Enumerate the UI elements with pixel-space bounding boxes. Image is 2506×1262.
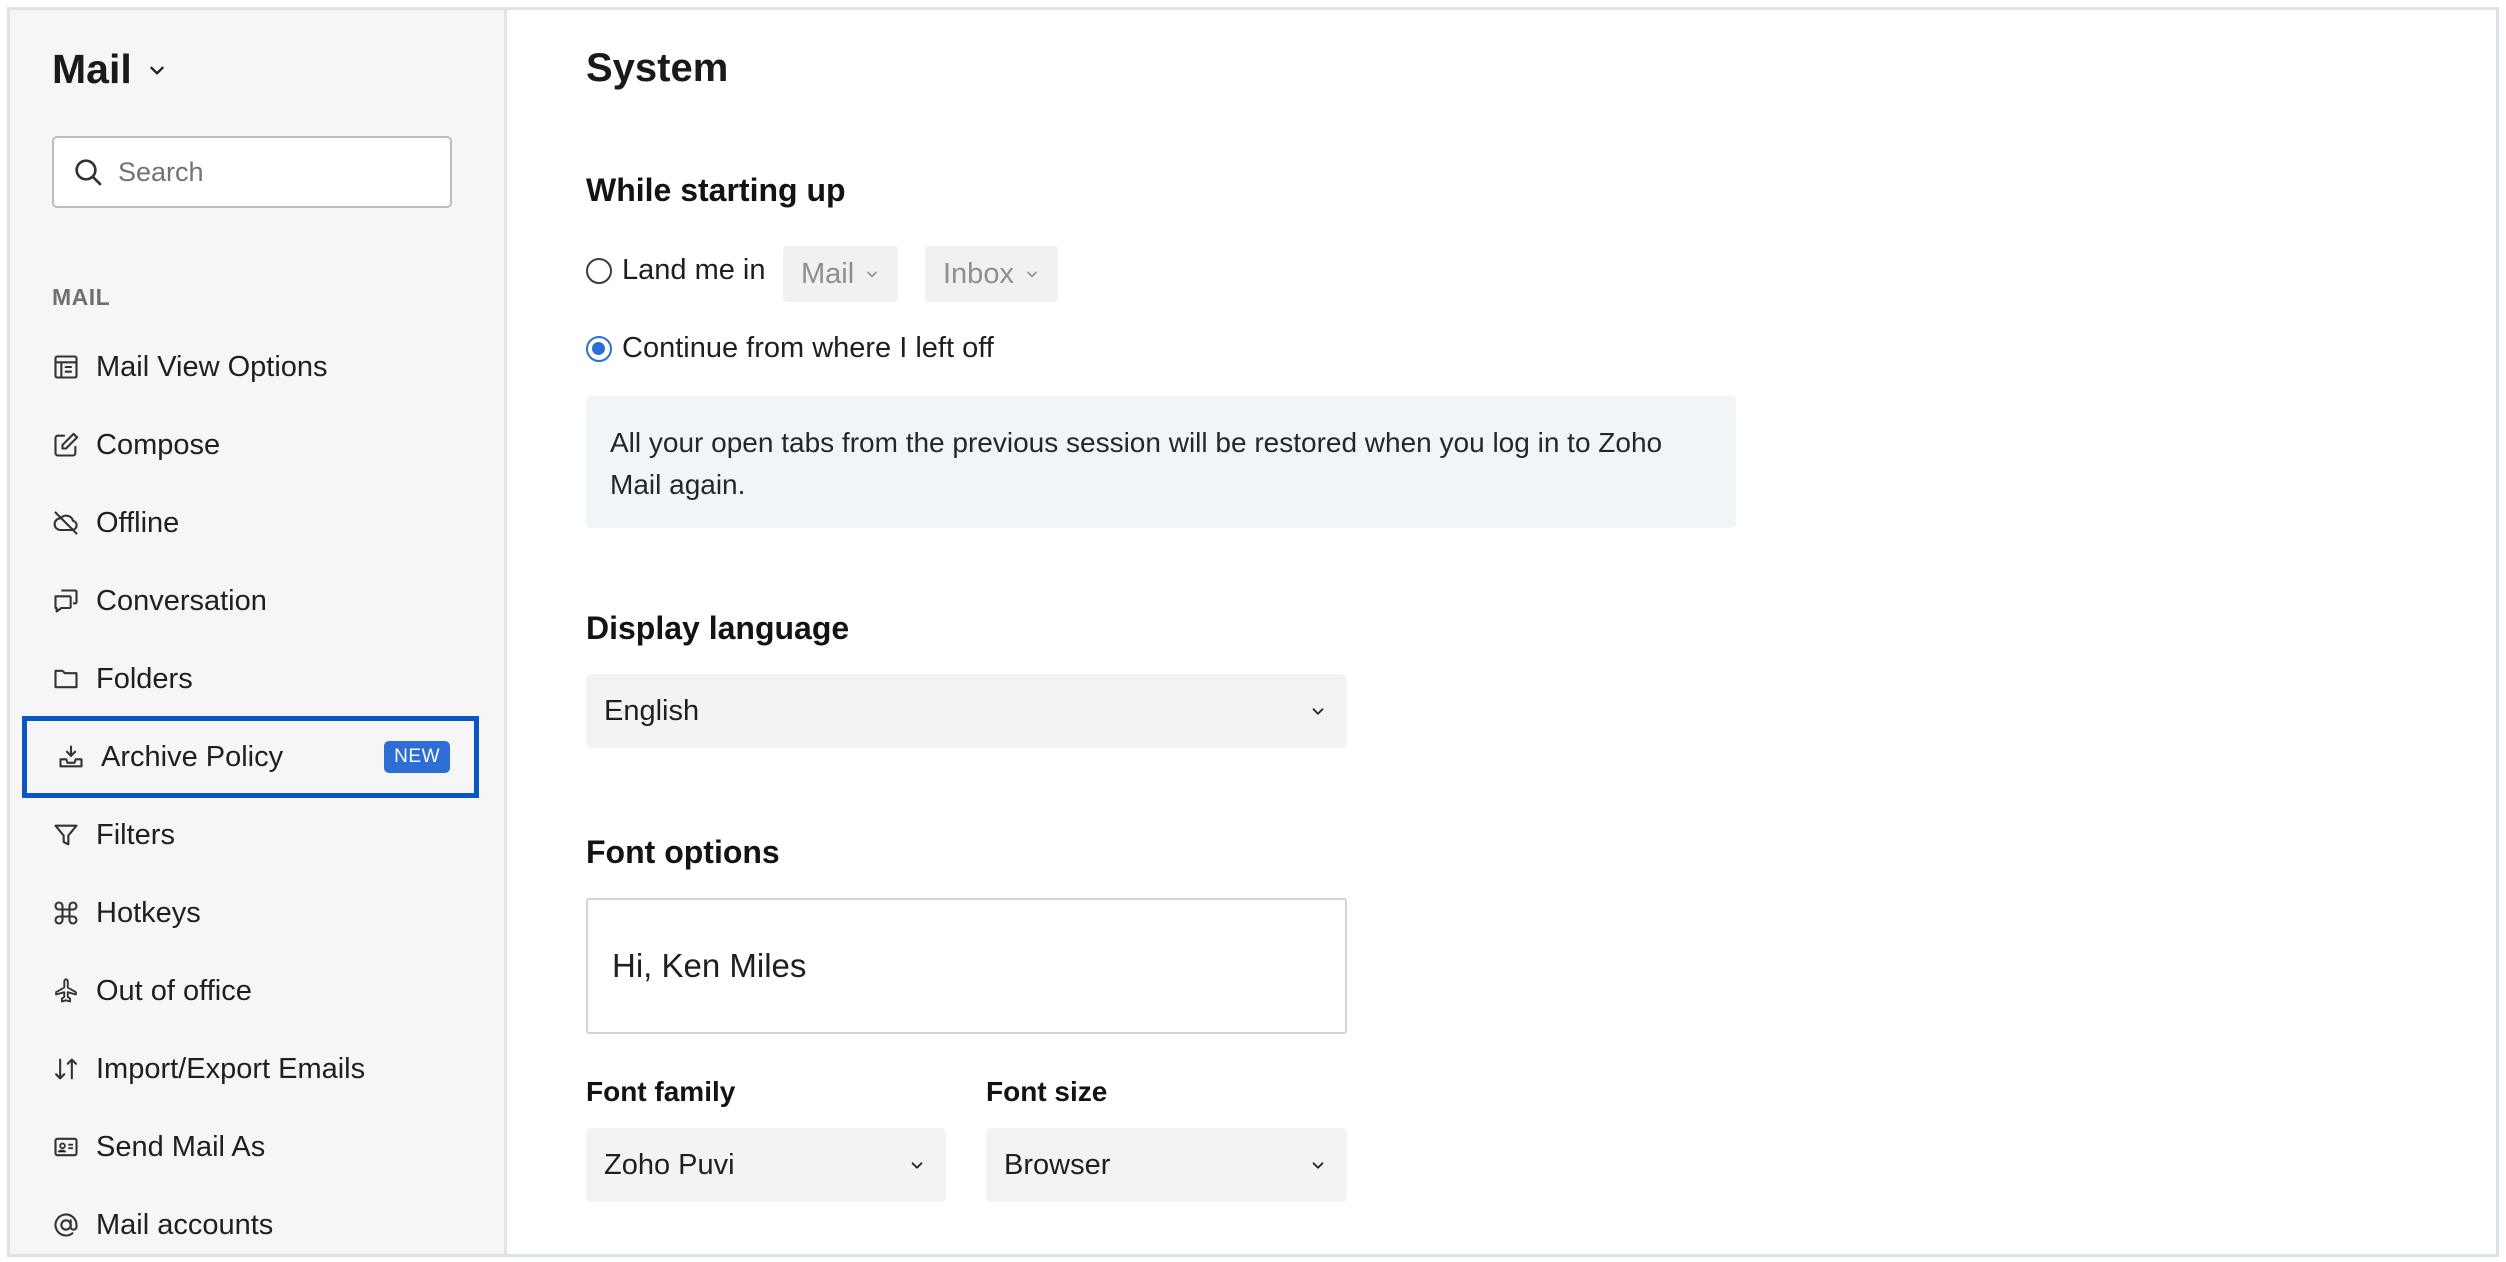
search-icon	[75, 159, 102, 186]
sidebar-item-mail-accounts[interactable]: Mail accounts	[10, 1186, 504, 1254]
sidebar-item-label: Mail accounts	[96, 1208, 274, 1241]
land-folder-select[interactable]: Inbox	[925, 246, 1058, 302]
sidebar-item-filters[interactable]: Filters	[10, 796, 504, 874]
font-size-select[interactable]: Browser	[986, 1128, 1347, 1202]
filter-icon	[54, 824, 78, 846]
font-size-value: Browser	[1004, 1148, 1111, 1181]
sidebar-item-out-of-office[interactable]: Out of office	[10, 952, 504, 1030]
sidebar-item-label: Out of office	[96, 974, 252, 1007]
chevron-down-icon	[911, 1162, 923, 1169]
sidebar-item-label: Import/Export Emails	[96, 1052, 366, 1085]
startup-heading: While starting up	[586, 172, 846, 208]
import-export-icon	[55, 1058, 77, 1080]
font-preview: Hi, Ken Miles	[586, 898, 1347, 1034]
sidebar-item-conversation[interactable]: Conversation	[10, 562, 504, 640]
chat-icon	[54, 589, 78, 613]
sidebar-item-offline[interactable]: Offline	[10, 484, 504, 562]
language-value: English	[604, 694, 700, 727]
id-card-icon	[54, 1137, 78, 1157]
land-me-in-label: Land me in	[622, 254, 766, 286]
section-label-mail: MAIL	[52, 284, 111, 310]
command-icon	[54, 901, 78, 925]
app-title: Mail	[52, 46, 132, 92]
land-folder-value: Inbox	[943, 257, 1014, 290]
chevron-down-icon	[150, 66, 164, 75]
sidebar-item-archive-policy[interactable]: Archive Policy NEW	[22, 716, 479, 798]
sidebar-item-label: Offline	[96, 506, 180, 539]
language-select[interactable]: English	[586, 674, 1347, 748]
sidebar-item-label: Compose	[96, 428, 221, 461]
land-app-value: Mail	[801, 257, 855, 290]
chevron-down-icon	[867, 271, 877, 278]
settings-sidebar: Mail MAIL Mail View Options Compose Offl…	[10, 10, 507, 1254]
font-family-select[interactable]: Zoho Puvi	[586, 1128, 946, 1202]
language-heading: Display language	[586, 610, 850, 646]
search-box[interactable]	[52, 136, 452, 208]
font-size-label: Font size	[986, 1076, 1108, 1107]
sidebar-item-label: Send Mail As	[96, 1130, 266, 1163]
sidebar-item-label: Folders	[96, 662, 193, 695]
font-family-value: Zoho Puvi	[604, 1148, 735, 1181]
land-me-in-option[interactable]: Land me in	[586, 254, 766, 287]
chevron-down-icon	[1027, 271, 1037, 278]
sidebar-item-label: Archive Policy	[101, 740, 284, 773]
settings-window: Mail MAIL Mail View Options Compose Offl…	[7, 7, 2499, 1257]
startup-info-box: All your open tabs from the previous ses…	[586, 396, 1736, 528]
archive-icon	[59, 745, 83, 768]
sidebar-item-label: Hotkeys	[96, 896, 201, 929]
sidebar-item-label: Filters	[96, 818, 175, 851]
edit-icon	[54, 432, 79, 457]
cloud-off-icon	[53, 511, 78, 535]
sidebar-item-mail-view-options[interactable]: Mail View Options	[10, 328, 504, 406]
sidebar-item-hotkeys[interactable]: Hotkeys	[10, 874, 504, 952]
sidebar-item-label: Mail View Options	[96, 350, 328, 383]
sidebar-item-send-mail-as[interactable]: Send Mail As	[10, 1108, 504, 1186]
chevron-down-icon	[1312, 1162, 1324, 1169]
page-title: System	[586, 46, 729, 90]
sidebar-item-folders[interactable]: Folders	[10, 640, 504, 718]
continue-radio[interactable]	[586, 335, 612, 362]
plane-icon	[55, 978, 77, 1003]
sidebar-item-import-export-emails[interactable]: Import/Export Emails	[10, 1030, 504, 1108]
land-me-in-radio[interactable]	[586, 257, 612, 284]
layout-icon	[54, 355, 78, 379]
font-family-label: Font family	[586, 1076, 736, 1107]
sidebar-item-compose[interactable]: Compose	[10, 406, 504, 484]
continue-label: Continue from where I left off	[622, 332, 994, 364]
app-switcher[interactable]: Mail	[52, 46, 168, 93]
new-badge: NEW	[384, 741, 450, 773]
continue-option[interactable]: Continue from where I left off	[586, 332, 994, 365]
chevron-down-icon	[1312, 708, 1324, 715]
sidebar-item-label: Conversation	[96, 584, 267, 617]
search-input[interactable]	[118, 156, 438, 188]
folder-icon	[54, 669, 78, 689]
font-options-heading: Font options	[586, 834, 780, 870]
land-app-select[interactable]: Mail	[783, 246, 899, 302]
sidebar-nav: Mail View Options Compose Offline Conver…	[10, 328, 504, 1254]
settings-main: System While starting up Land me in Mail…	[586, 10, 2496, 1254]
at-icon	[54, 1213, 78, 1237]
